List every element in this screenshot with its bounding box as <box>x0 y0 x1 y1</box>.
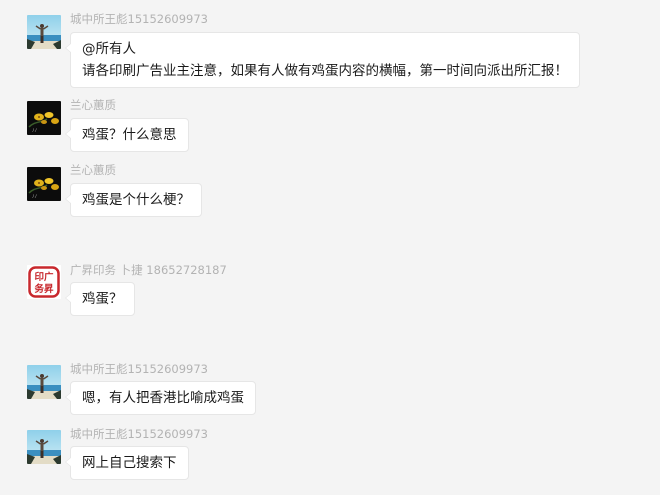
sender-name: 城中所王彪15152609973 <box>70 362 208 376</box>
svg-text:印广: 印广 <box>34 271 54 283</box>
print-shop-seal-icon: 印广 务昇 <box>27 265 61 299</box>
message-text: 请各印刷广告业主注意，如果有人做有鸡蛋内容的横幅，第一时间向派出所汇报！ <box>82 63 568 79</box>
beach-person-icon <box>27 430 61 464</box>
avatar[interactable] <box>27 15 61 49</box>
message-text: 鸡蛋？ <box>82 291 123 307</box>
sender-name: 兰心蕙质 <box>70 98 116 112</box>
chat-message-list[interactable]: 城中所王彪15152609973 @所有人 请各印刷广告业主注意，如果有人做有鸡… <box>0 0 660 495</box>
message-bubble: @所有人 请各印刷广告业主注意，如果有人做有鸡蛋内容的横幅，第一时间向派出所汇报… <box>65 32 580 88</box>
message-bubble: 鸡蛋？什么意思 <box>65 118 189 152</box>
message-text: 鸡蛋？什么意思 <box>82 127 177 143</box>
avatar[interactable]: 印广 务昇 <box>27 265 61 299</box>
message-bubble: 鸡蛋？ <box>65 282 135 316</box>
avatar[interactable]: ﾉﾉ <box>27 167 61 201</box>
message-text: 嗯，有人把香港比喻成鸡蛋 <box>82 390 244 406</box>
svg-text:务昇: 务昇 <box>34 283 54 295</box>
sender-name: 城中所王彪15152609973 <box>70 427 208 441</box>
svg-text:ﾉﾉ: ﾉﾉ <box>32 194 38 200</box>
sender-name: 城中所王彪15152609973 <box>70 12 208 26</box>
yellow-flower-icon: ﾉﾉ <box>27 167 61 201</box>
beach-person-icon <box>27 15 61 49</box>
message-bubble: 鸡蛋是个什么梗？ <box>65 183 202 217</box>
message-bubble: 网上自己搜索下 <box>65 446 189 480</box>
sender-name: 兰心蕙质 <box>70 163 116 177</box>
beach-person-icon <box>27 365 61 399</box>
avatar[interactable]: ﾉﾉ <box>27 101 61 135</box>
message-text: @所有人 <box>82 41 136 57</box>
message-text: 网上自己搜索下 <box>82 455 177 471</box>
svg-text:ﾉﾉ: ﾉﾉ <box>32 128 38 134</box>
avatar[interactable] <box>27 365 61 399</box>
sender-name: 广昇印务 卜捷 18652728187 <box>70 263 227 277</box>
avatar[interactable] <box>27 430 61 464</box>
message-text: 鸡蛋是个什么梗？ <box>82 192 190 208</box>
message-bubble: 嗯，有人把香港比喻成鸡蛋 <box>65 381 256 415</box>
yellow-flower-icon: ﾉﾉ <box>27 101 61 135</box>
